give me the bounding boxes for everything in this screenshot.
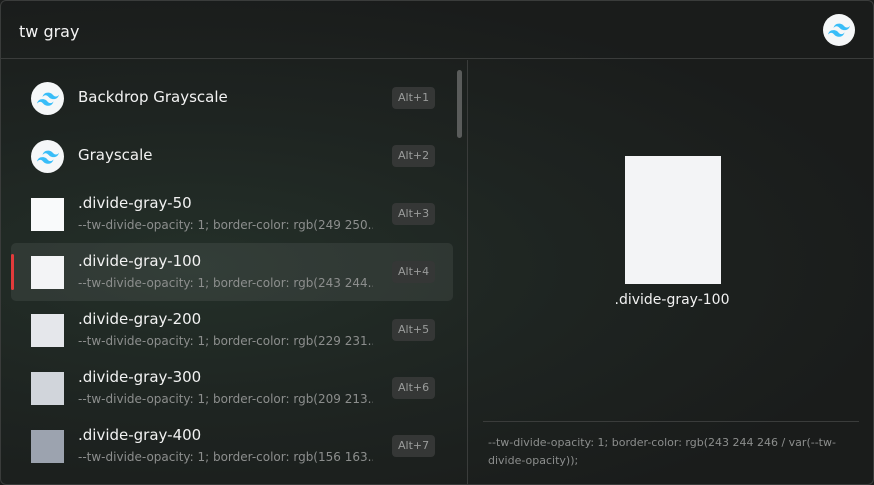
result-item[interactable]: Backdrop Grayscale Alt+1 [11, 69, 453, 127]
result-title: Backdrop Grayscale [78, 88, 228, 106]
result-subtitle: --tw-divide-opacity: 1; border-color: rg… [78, 218, 373, 232]
result-title: .divide-gray-200 [78, 310, 202, 328]
preview-panel: .divide-gray-100 --tw-divide-opacity: 1;… [469, 60, 873, 484]
shortcut-badge: Alt+4 [392, 261, 436, 283]
list-scrollbar[interactable] [457, 70, 462, 138]
shortcut-badge: Alt+1 [392, 87, 436, 109]
result-item[interactable]: .divide-gray-50 --tw-divide-opacity: 1; b… [11, 185, 453, 243]
color-swatch-icon [31, 372, 64, 405]
result-subtitle: --tw-divide-opacity: 1; border-color: rg… [78, 334, 373, 348]
preview-title: .divide-gray-100 [614, 292, 730, 308]
search-input[interactable] [19, 20, 719, 42]
color-swatch-icon [31, 314, 64, 347]
color-swatch-icon [31, 256, 64, 289]
shortcut-badge: Alt+3 [392, 203, 436, 225]
color-swatch-icon [31, 430, 64, 463]
result-item[interactable]: .divide-gray-200 --tw-divide-opacity: 1; … [11, 301, 453, 359]
result-subtitle: --tw-divide-opacity: 1; border-color: rg… [78, 450, 373, 464]
shortcut-badge: Alt+7 [392, 435, 436, 457]
result-title: .divide-gray-400 [78, 426, 202, 444]
result-item[interactable]: .divide-gray-400 --tw-divide-opacity: 1; … [11, 417, 453, 475]
result-title: .divide-gray-100 [78, 252, 202, 270]
result-title: Grayscale [78, 146, 153, 164]
result-title: .divide-gray-300 [78, 368, 202, 386]
result-subtitle: --tw-divide-opacity: 1; border-color: rg… [78, 276, 373, 290]
shortcut-badge: Alt+5 [392, 319, 436, 341]
shortcut-badge: Alt+6 [392, 377, 436, 399]
preview-css-code: --tw-divide-opacity: 1; border-color: rg… [488, 436, 836, 467]
preview-color-swatch [625, 156, 721, 284]
search-bar [1, 1, 873, 59]
result-title: .divide-gray-50 [78, 194, 192, 212]
color-swatch-icon [31, 198, 64, 231]
divider [483, 421, 859, 422]
result-item[interactable]: .divide-gray-300 --tw-divide-opacity: 1; … [11, 359, 453, 417]
shortcut-badge: Alt+2 [392, 145, 436, 167]
result-item[interactable]: .divide-gray-100 --tw-divide-opacity: 1; … [11, 243, 453, 301]
tailwind-logo-icon [31, 140, 64, 173]
result-subtitle: --tw-divide-opacity: 1; border-color: rg… [78, 392, 373, 406]
tailwind-logo-icon [823, 14, 855, 46]
launcher-window: Backdrop Grayscale Alt+1 Grayscale Alt+2 .di… [0, 0, 874, 485]
result-item[interactable]: Grayscale Alt+2 [11, 127, 453, 185]
results-list: Backdrop Grayscale Alt+1 Grayscale Alt+2 .di… [1, 60, 468, 484]
tailwind-logo-icon [31, 82, 64, 115]
selection-marker [11, 254, 14, 290]
